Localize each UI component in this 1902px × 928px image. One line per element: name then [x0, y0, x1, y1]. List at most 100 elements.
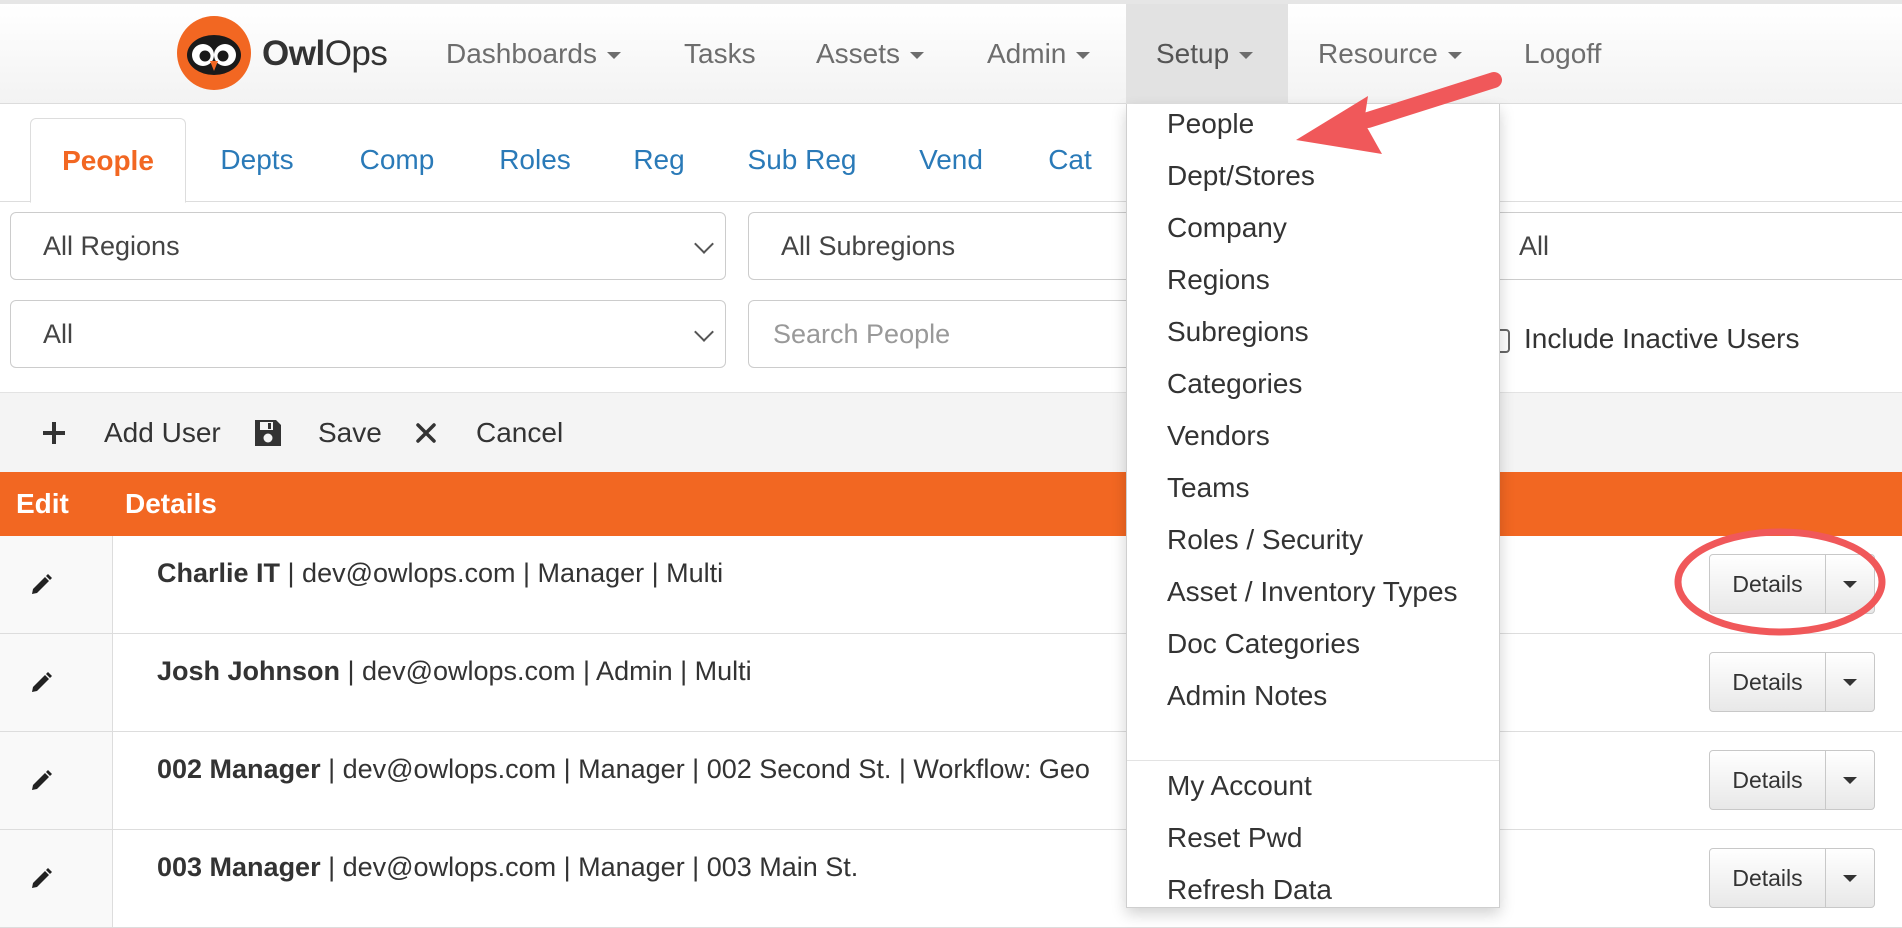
pencil-icon[interactable] — [28, 670, 54, 696]
nav-tasks[interactable]: Tasks — [664, 4, 776, 104]
tab-cat[interactable]: Cat — [1030, 118, 1110, 202]
row-user-info: | dev@owlops.com | Manager | 003 Main St… — [320, 852, 859, 882]
nav-logoff[interactable]: Logoff — [1504, 4, 1621, 104]
row-user-name: Josh Johnson — [157, 656, 341, 686]
third-filter-select[interactable]: All — [1490, 212, 1902, 280]
add-user-button[interactable]: Add User — [104, 393, 221, 473]
tab-roles[interactable]: Roles — [478, 118, 592, 202]
tab-vend-label: Vend — [919, 144, 983, 175]
tab-sub-reg-label: Sub Reg — [747, 144, 857, 175]
caret-down-icon[interactable] — [1826, 653, 1874, 711]
details-button[interactable]: Details — [1710, 555, 1826, 613]
details-button-group: Details — [1709, 848, 1875, 908]
chevron-down-icon — [694, 234, 714, 254]
search-people-field[interactable] — [773, 319, 1167, 350]
row-summary: Charlie IT | dev@owlops.com | Manager | … — [157, 558, 723, 589]
pencil-icon[interactable] — [28, 866, 54, 892]
tab-cat-label: Cat — [1048, 144, 1092, 175]
caret-down-icon — [1239, 52, 1254, 60]
region-select-value: All Regions — [43, 231, 180, 261]
menu-divider — [1127, 760, 1499, 761]
save-button[interactable]: Save — [318, 393, 382, 473]
table-row: Charlie IT | dev@owlops.com | Manager | … — [0, 536, 1902, 634]
tab-people-label: People — [62, 145, 154, 176]
save-icon[interactable] — [252, 417, 284, 449]
subregion-select[interactable]: All Subregions — [748, 212, 1168, 280]
menu-item-reset-pwd[interactable]: Reset Pwd — [1167, 821, 1302, 855]
row-user-name: 003 Manager — [157, 852, 321, 882]
caret-down-icon[interactable] — [1826, 751, 1874, 809]
menu-item-vendors[interactable]: Vendors — [1167, 419, 1270, 453]
tab-depts[interactable]: Depts — [200, 118, 314, 202]
nav-tasks-label: Tasks — [684, 38, 756, 69]
table-row: 002 Manager | dev@owlops.com | Manager |… — [0, 732, 1902, 830]
row-user-name: Charlie IT — [157, 558, 281, 588]
menu-item-admin-notes[interactable]: Admin Notes — [1167, 679, 1327, 713]
nav-resource-label: Resource — [1318, 38, 1438, 69]
save-label: Save — [318, 417, 382, 448]
menu-item-regions[interactable]: Regions — [1167, 263, 1270, 297]
caret-down-icon[interactable] — [1826, 555, 1874, 613]
row-user-name: 002 Manager — [157, 754, 321, 784]
grid-header: Edit Details — [0, 472, 1902, 536]
top-navbar: OwlOps Dashboards Tasks Assets Admin Set… — [0, 0, 1902, 104]
details-button[interactable]: Details — [1710, 751, 1826, 809]
details-button[interactable]: Details — [1710, 653, 1826, 711]
menu-item-asset-inventory-types[interactable]: Asset / Inventory Types — [1167, 575, 1458, 609]
details-button-group: Details — [1709, 652, 1875, 712]
subregion-select-value: All Subregions — [781, 231, 956, 261]
region-select[interactable]: All Regions — [10, 212, 726, 280]
plus-icon[interactable] — [38, 417, 70, 449]
pencil-icon[interactable] — [28, 572, 54, 598]
menu-item-categories[interactable]: Categories — [1167, 367, 1302, 401]
menu-item-people[interactable]: People — [1167, 107, 1254, 141]
details-button-group: Details — [1709, 554, 1875, 614]
brand-name[interactable]: OwlOps — [262, 34, 388, 74]
add-user-label: Add User — [104, 417, 221, 448]
cancel-label: Cancel — [476, 417, 564, 448]
nav-assets[interactable]: Assets — [796, 4, 944, 104]
nav-logoff-label: Logoff — [1524, 38, 1602, 69]
brand-name-bold: Owl — [262, 34, 325, 73]
tab-sub-reg[interactable]: Sub Reg — [732, 118, 872, 202]
row-edit-cell — [0, 536, 113, 633]
menu-item-refresh-data[interactable]: Refresh Data — [1167, 873, 1332, 907]
nav-resource[interactable]: Resource — [1298, 4, 1482, 104]
menu-item-my-account[interactable]: My Account — [1167, 769, 1312, 803]
owl-logo-icon[interactable] — [176, 15, 252, 91]
search-people-input[interactable] — [748, 300, 1168, 368]
row-edit-cell — [0, 634, 113, 731]
chevron-down-icon — [694, 322, 714, 342]
menu-item-roles-security[interactable]: Roles / Security — [1167, 523, 1363, 557]
tab-vend[interactable]: Vend — [898, 118, 1004, 202]
row-summary: 003 Manager | dev@owlops.com | Manager |… — [157, 852, 858, 883]
tab-people[interactable]: People — [30, 118, 186, 203]
grid-toolbar: Add User Save Cancel — [0, 392, 1902, 472]
close-icon[interactable] — [410, 417, 442, 449]
details-button[interactable]: Details — [1710, 849, 1826, 907]
pencil-icon[interactable] — [28, 768, 54, 794]
caret-down-icon — [1076, 52, 1091, 60]
role-select-value: All — [43, 319, 74, 349]
caret-down-icon[interactable] — [1826, 849, 1874, 907]
menu-item-doc-categories[interactable]: Doc Categories — [1167, 627, 1360, 661]
nav-dashboards-label: Dashboards — [446, 38, 597, 69]
role-select[interactable]: All — [10, 300, 726, 368]
nav-assets-label: Assets — [816, 38, 901, 69]
tab-reg[interactable]: Reg — [612, 118, 706, 202]
menu-item-subregions[interactable]: Subregions — [1167, 315, 1309, 349]
nav-admin[interactable]: Admin — [967, 4, 1110, 104]
nav-dashboards[interactable]: Dashboards — [426, 4, 641, 104]
table-row: Josh Johnson | dev@owlops.com | Admin | … — [0, 634, 1902, 732]
menu-item-dept-stores[interactable]: Dept/Stores — [1167, 159, 1315, 193]
tab-comp[interactable]: Comp — [340, 118, 454, 202]
setup-dropdown-menu: People Dept/Stores Company Regions Subre… — [1126, 104, 1500, 908]
menu-item-company[interactable]: Company — [1167, 211, 1287, 245]
row-user-info: | dev@owlops.com | Manager | 002 Second … — [320, 754, 1090, 784]
nav-setup[interactable]: Setup — [1126, 4, 1288, 104]
menu-item-teams[interactable]: Teams — [1167, 471, 1249, 505]
tab-depts-label: Depts — [220, 144, 294, 175]
grid-header-details[interactable]: Details — [125, 472, 217, 536]
brand-name-rest: Ops — [324, 34, 388, 73]
cancel-button[interactable]: Cancel — [476, 393, 563, 473]
